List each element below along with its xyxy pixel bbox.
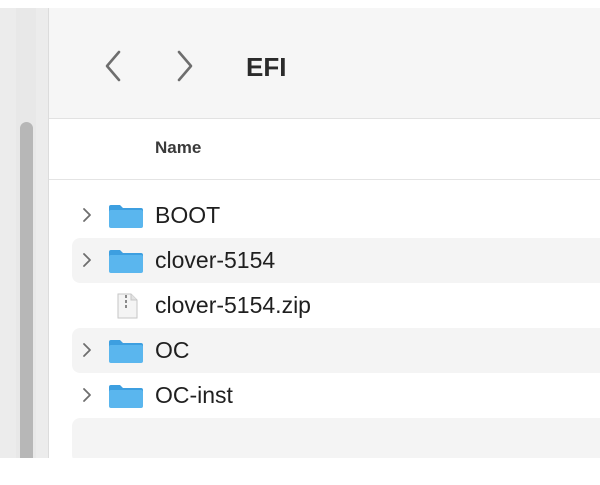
item-name: clover-5154.zip bbox=[155, 292, 311, 318]
chevron-right-icon bbox=[83, 343, 91, 357]
item-name: clover-5154 bbox=[155, 247, 276, 273]
list-item-oc[interactable]: OC bbox=[72, 328, 600, 373]
column-header-name[interactable]: Name bbox=[155, 138, 201, 158]
list-item-clover-5154-zip[interactable]: clover-5154.zip bbox=[72, 283, 600, 328]
list-item-boot[interactable]: BOOT bbox=[72, 193, 600, 238]
disclosure-triangle[interactable] bbox=[80, 251, 94, 269]
disclosure-triangle[interactable] bbox=[80, 206, 94, 224]
chevron-right-icon bbox=[83, 208, 91, 222]
list-item-oc-inst[interactable]: OC-inst bbox=[72, 373, 600, 418]
folder-icon bbox=[109, 250, 143, 273]
disclosure-triangle[interactable] bbox=[80, 341, 94, 359]
window-top-margin bbox=[0, 0, 600, 8]
list-item-clover-5154[interactable]: clover-5154 bbox=[72, 238, 600, 283]
folder-icon bbox=[109, 340, 143, 363]
file-list: BOOT clover-5154 clover-5154.zip OC OC-i… bbox=[72, 193, 600, 463]
chevron-right-icon bbox=[83, 388, 91, 402]
window-bottom-margin bbox=[0, 458, 600, 485]
empty-row bbox=[72, 418, 600, 463]
item-name: BOOT bbox=[155, 202, 221, 228]
window-title: EFI bbox=[246, 52, 287, 82]
chevron-right-icon bbox=[83, 253, 91, 267]
chevron-right-icon bbox=[177, 50, 193, 82]
chevron-left-icon bbox=[105, 50, 121, 82]
disclosure-triangle[interactable] bbox=[80, 386, 94, 404]
finder-window: EFI Name BOOT clover-5154 clover-5154.zi… bbox=[0, 0, 600, 485]
item-name: OC-inst bbox=[155, 382, 233, 408]
zip-file-icon bbox=[117, 293, 138, 319]
back-button[interactable] bbox=[99, 48, 127, 84]
folder-icon bbox=[109, 385, 143, 408]
column-header: Name bbox=[49, 119, 600, 180]
forward-button[interactable] bbox=[171, 48, 199, 84]
sidebar-scrollbar-thumb[interactable] bbox=[20, 122, 33, 458]
toolbar: EFI bbox=[49, 8, 600, 119]
folder-icon bbox=[109, 205, 143, 228]
item-name: OC bbox=[155, 337, 190, 363]
